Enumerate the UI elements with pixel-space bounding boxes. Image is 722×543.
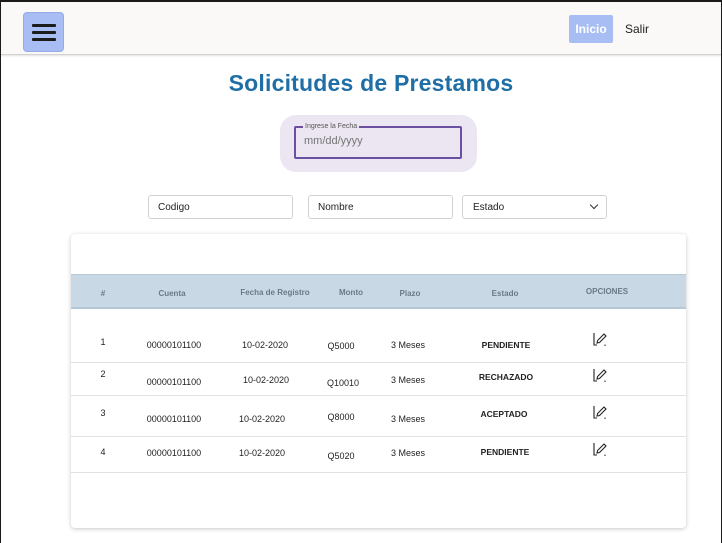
row-cuenta: 00000101100 [146, 414, 202, 424]
date-field-label: Ingrese la Fecha [303, 121, 360, 132]
top-navbar: Inicio Salir [1, 2, 721, 55]
date-input[interactable] [304, 135, 454, 147]
row-monto: Q5000 [327, 341, 355, 351]
row-cuenta: 00000101100 [146, 340, 202, 350]
row-monto: Q8000 [327, 412, 355, 422]
col-header-monto: Monto [339, 288, 363, 297]
row-fecha: 10-02-2020 [241, 340, 289, 350]
loans-table-card: # Cuenta Fecha de Registro Monto Plazo E… [71, 234, 686, 528]
edit-icon[interactable] [592, 441, 608, 457]
row-status: ACEPTADO [480, 409, 528, 419]
row-fecha: 10-02-2020 [238, 448, 286, 458]
row-fecha: 10-02-2020 [242, 375, 290, 385]
row-plazo: 3 Meses [390, 340, 426, 350]
row-number: 4 [100, 447, 106, 457]
hamburger-menu-button[interactable] [23, 12, 64, 52]
codigo-filter-input[interactable] [148, 195, 293, 219]
col-header-plazo: Plazo [399, 289, 421, 298]
estado-filter-select[interactable]: Estado [462, 195, 607, 219]
app-frame: Inicio Salir Solicitudes de Prestamos In… [1, 2, 721, 543]
col-header-number: # [100, 289, 106, 298]
row-divider [71, 436, 686, 437]
col-header-opciones: OPCIONES [585, 287, 629, 296]
row-fecha: 10-02-2020 [238, 414, 286, 424]
row-monto: Q10010 [326, 378, 360, 388]
row-cuenta: 00000101100 [146, 377, 202, 387]
row-number: 3 [100, 408, 106, 418]
hamburger-menu-icon [32, 24, 56, 27]
row-divider [71, 472, 686, 473]
row-plazo: 3 Meses [390, 414, 426, 424]
nav-link-salir[interactable]: Salir [625, 15, 649, 43]
row-cuenta: 00000101100 [146, 448, 202, 458]
col-header-estado: Estado [491, 289, 519, 298]
col-header-fecha: Fecha de Registro [240, 288, 310, 297]
nav-link-inicio[interactable]: Inicio [569, 15, 613, 43]
nombre-filter-input[interactable] [308, 195, 453, 219]
row-divider [71, 395, 686, 396]
edit-icon[interactable] [592, 331, 608, 347]
row-number: 1 [100, 337, 106, 347]
row-number: 2 [100, 369, 106, 379]
row-status: PENDIENTE [481, 340, 531, 350]
edit-icon[interactable] [592, 367, 608, 383]
row-divider [71, 362, 686, 363]
row-plazo: 3 Meses [390, 375, 426, 385]
date-field[interactable]: Ingrese la Fecha [294, 121, 462, 159]
edit-icon[interactable] [592, 404, 608, 420]
chevron-down-icon [589, 200, 599, 210]
row-status: RECHAZADO [478, 372, 534, 382]
row-plazo: 3 Meses [390, 448, 426, 458]
row-status: PENDIENTE [480, 447, 530, 457]
col-header-cuenta: Cuenta [158, 289, 186, 298]
date-filter-container: Ingrese la Fecha [280, 115, 477, 172]
row-monto: Q5020 [327, 451, 355, 461]
page-title: Solicitudes de Prestamos [228, 70, 514, 96]
table-header: # Cuenta Fecha de Registro Monto Plazo E… [71, 274, 686, 309]
estado-select-value: Estado [473, 202, 505, 213]
